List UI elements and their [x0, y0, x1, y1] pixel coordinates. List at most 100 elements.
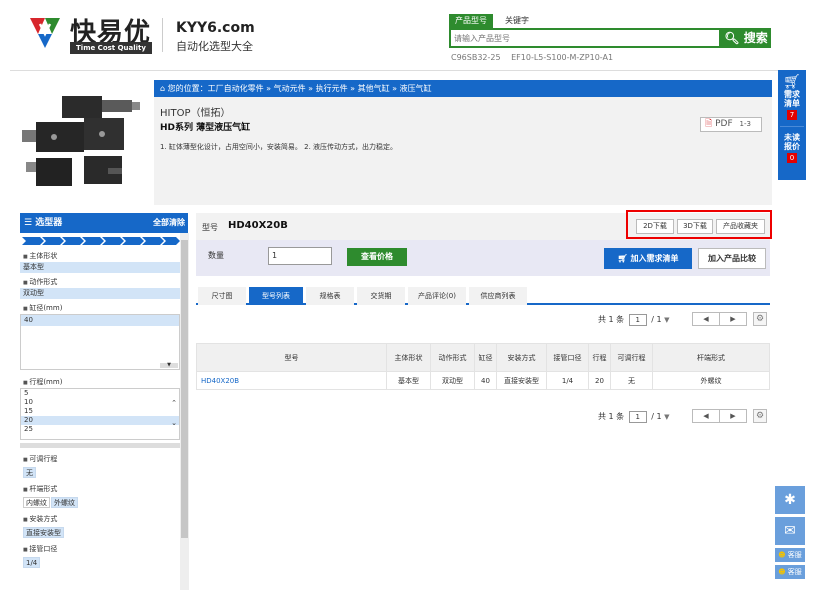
logo-icon[interactable] — [28, 14, 62, 50]
customer-service-label: 客服 — [787, 551, 802, 559]
filter-list-stroke[interactable]: 5 10 15 20 25 ⌃ ⌄ — [20, 388, 180, 440]
pdf-button[interactable]: 🗎︎ PDF 1-3 — [700, 117, 762, 132]
product-feature: 1. 缸体薄型化设计，占用空间小，安装简易。 2. 液压传动方式，出力稳定。 — [160, 143, 398, 151]
search-hints: C96SB32-25 EF10-L5-S100-M-ZP10-A1 — [451, 53, 621, 62]
table-header[interactable]: 杆端形式 — [652, 343, 770, 372]
breadcrumb-text[interactable]: 您的位置：工厂自动化零件 » 气动元件 » 执行元件 » 其他气缸 » 液压气缸 — [168, 84, 432, 93]
search-button[interactable]: 🔍︎ 搜索 — [721, 28, 771, 48]
pager-count: 共 1 条 — [598, 412, 625, 421]
quote-button[interactable]: 未读报价 0 — [778, 133, 806, 163]
table-header[interactable]: 型号 — [196, 343, 387, 372]
product-brand: HITOP（恒拓） — [160, 108, 231, 119]
list-item[interactable]: 15 — [21, 407, 179, 416]
favorites-button[interactable]: 产品收藏夹 — [716, 219, 765, 234]
pager-total: / 1 — [651, 315, 662, 324]
table-row[interactable]: HD40X20B 基本型 双动型 40 直接安装型 1/4 20 无 外螺纹 — [196, 371, 770, 390]
cart-label: 需求清单 — [784, 90, 800, 108]
list-item[interactable]: 25 — [21, 425, 179, 434]
filter-selected-action[interactable]: 双动型 — [20, 288, 180, 299]
table-header[interactable]: 可调行程 — [610, 343, 653, 372]
filter-label-adjustable: 可调行程 — [20, 453, 180, 465]
page-input[interactable]: 1 — [628, 411, 647, 423]
filter-chip[interactable]: 直接安装型 — [23, 527, 64, 538]
view-price-button[interactable]: 查看价格 — [347, 248, 407, 266]
search-hint-link[interactable]: C96SB32-25 — [451, 53, 501, 62]
page-size-dropdown-icon[interactable]: ▼ — [664, 316, 669, 324]
settings-gear-icon[interactable]: ⚙ — [753, 409, 767, 423]
chat-icon[interactable]: ✉ — [775, 517, 805, 545]
customer-service-button[interactable]: ☻ 客服 — [775, 565, 805, 579]
cart-button[interactable]: 🛒︎ 需求清单 7 — [778, 70, 806, 120]
home-icon[interactable]: ⌂ — [160, 84, 165, 93]
search-input[interactable] — [451, 30, 719, 46]
table-header[interactable]: 安装方式 — [496, 343, 547, 372]
list-item[interactable]: 20 — [21, 416, 179, 425]
table-cell: 外螺纹 — [652, 371, 770, 390]
list-item[interactable]: 40 — [21, 315, 179, 326]
search-tab-product[interactable]: 产品型号 — [449, 14, 493, 28]
tab-delivery[interactable]: 交货期 — [357, 287, 405, 305]
download-3d-button[interactable]: 3D下载 — [677, 219, 713, 234]
quantity-input[interactable]: 1 — [268, 247, 332, 265]
table-header[interactable]: 主体形状 — [386, 343, 431, 372]
cart-count-badge: 7 — [787, 110, 797, 120]
tab-suppliers[interactable]: 供应商列表 — [469, 287, 527, 305]
tab-reviews[interactable]: 产品评论(0) — [408, 287, 466, 305]
add-to-list-label: 加入需求清单 — [630, 254, 679, 263]
customer-service-button[interactable]: ☻ 客服 — [775, 548, 805, 562]
sidebar-scrollbar-thumb[interactable] — [181, 240, 188, 538]
search-hint-link[interactable]: EF10-L5-S100-M-ZP10-A1 — [511, 53, 613, 62]
clear-all-button[interactable]: 全部清除 — [153, 213, 185, 233]
list-item[interactable]: 10 — [21, 398, 179, 407]
pdf-icon: 🗎︎ — [705, 119, 713, 129]
pager-total: / 1 — [651, 412, 662, 421]
prev-page-button[interactable]: ◀ — [692, 312, 720, 326]
share-icon[interactable]: ✱ — [775, 486, 805, 514]
add-compare-button[interactable]: 加入产品比较 — [698, 248, 766, 269]
filter-chip[interactable]: 外螺纹 — [51, 497, 78, 508]
pager: 共 1 条 1 / 1 ▼ — [598, 314, 670, 326]
pager-count: 共 1 条 — [598, 315, 625, 324]
table-header[interactable]: 动作形式 — [430, 343, 475, 372]
list-icon: ☰ — [24, 218, 33, 228]
model-link[interactable]: HD40X20B — [196, 371, 387, 390]
page-input[interactable]: 1 — [628, 314, 647, 326]
list-item[interactable]: 5 — [21, 389, 179, 398]
filter-selected-shape[interactable]: 基本型 — [20, 262, 180, 273]
header-divider — [10, 70, 780, 71]
table-header[interactable]: 接管口径 — [546, 343, 589, 372]
cart-icon: 🛒︎ — [783, 74, 801, 90]
table-header[interactable]: 行程 — [588, 343, 611, 372]
search-button-label: 搜索 — [743, 31, 768, 45]
model-table: 型号 主体形状 动作形式 缸径 安装方式 接管口径 行程 可调行程 杆端形式 H… — [196, 343, 770, 390]
filter-chip[interactable]: 内螺纹 — [23, 497, 50, 508]
next-page-button[interactable]: ▶ — [719, 312, 747, 326]
scroll-up-icon[interactable]: ⌃ — [171, 399, 177, 407]
prev-page-button[interactable]: ◀ — [692, 409, 720, 423]
table-cell: 无 — [610, 371, 653, 390]
table-header-row: 型号 主体形状 动作形式 缸径 安装方式 接管口径 行程 可调行程 杆端形式 — [196, 343, 770, 372]
table-header[interactable]: 缸径 — [474, 343, 497, 372]
filter-chip[interactable]: 无 — [23, 467, 36, 478]
download-2d-button[interactable]: 2D下载 — [636, 219, 674, 234]
model-value: HD40X20B — [228, 220, 288, 231]
quote-label: 未读报价 — [784, 133, 800, 151]
page-size-dropdown-icon[interactable]: ▼ — [664, 413, 669, 421]
filter-list-bore[interactable]: 40 ▼ — [20, 314, 180, 370]
scroll-down-icon[interactable]: ▼ — [160, 363, 178, 368]
tab-model-list[interactable]: 型号列表 — [249, 287, 303, 305]
table-cell: 40 — [474, 371, 497, 390]
settings-gear-icon[interactable]: ⚙ — [753, 312, 767, 326]
filter-chip[interactable]: 1/4 — [23, 557, 41, 568]
selector-progress — [22, 237, 180, 245]
filter-label-port: 接管口径 — [20, 543, 180, 555]
scroll-down-icon[interactable]: ⌄ — [171, 419, 177, 427]
tab-spec[interactable]: 规格表 — [306, 287, 354, 305]
add-to-list-button[interactable]: 🛒︎ 加入需求清单 — [604, 248, 692, 269]
next-page-button[interactable]: ▶ — [719, 409, 747, 423]
pager-bottom: 共 1 条 1 / 1 ▼ — [598, 411, 670, 423]
right-float-panel: 🛒︎ 需求清单 7 未读报价 0 — [778, 70, 806, 180]
search-tab-keyword[interactable]: 关键字 — [497, 14, 537, 28]
divider — [780, 126, 804, 127]
tab-dimensions[interactable]: 尺寸图 — [198, 287, 246, 305]
